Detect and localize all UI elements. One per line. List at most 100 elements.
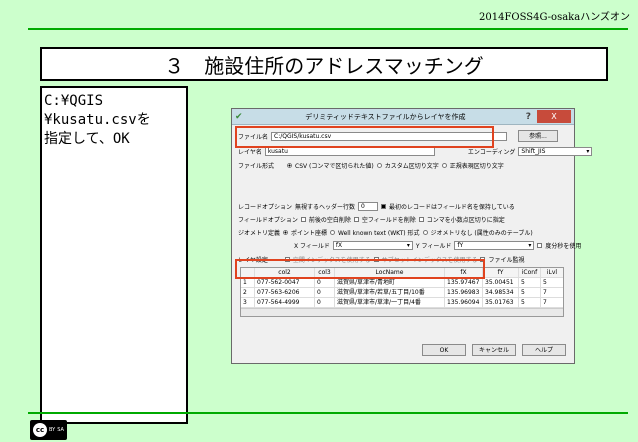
help-icon[interactable]: ? — [526, 112, 531, 122]
button-row: OK キャンセル ヘルプ — [422, 344, 566, 356]
table-cell: 滋賀県/草津市/青地町 — [335, 278, 445, 287]
empty-field-label: 空フィールドを削除 — [361, 216, 416, 224]
field-options-label: フィールドオプション — [238, 216, 298, 224]
skip-lines-label: 無視するヘッダー行数 — [295, 203, 356, 211]
table-cell: 1 — [241, 278, 255, 287]
cc-icon: cc — [33, 423, 47, 437]
close-icon[interactable]: X — [537, 110, 571, 123]
sa-label: SA — [57, 427, 64, 433]
skip-lines-input[interactable]: 0 — [358, 201, 379, 211]
table-cell: 077-564-4999 — [255, 298, 315, 307]
decimal-comma-checkbox[interactable] — [418, 216, 424, 222]
format-row: ファイル形式 CSV (コンマで区切られた値) カスタム区切り文字 正規表現区切… — [238, 160, 504, 170]
point-label: ポイント座標 — [291, 229, 328, 237]
instruction-line-1: C:¥QGIS — [44, 93, 104, 109]
table-row[interactable]: 3 077-564-4999 0 滋賀県/草津市/草津/一丁目/4番 135.9… — [241, 298, 563, 308]
format-custom-radio[interactable] — [376, 162, 382, 168]
header-text: 2014FOSS4G-osakaハンズオン — [479, 12, 630, 23]
table-row[interactable]: 1 077-562-0047 0 滋賀県/草津市/青地町 135.97467 3… — [241, 278, 563, 288]
encoding-select[interactable]: Shift_JIS ▾ — [518, 146, 593, 156]
table-cell: 3 — [241, 298, 255, 307]
help-button[interactable]: ヘルプ — [522, 344, 566, 356]
geometry-label: ジオメトリ定義 — [238, 229, 281, 237]
no-geometry-label: ジオメトリなし (属性のみのテーブル) — [430, 229, 533, 237]
instruction-line-3: 指定して、OK — [44, 131, 130, 147]
table-cell: 5 — [519, 288, 541, 297]
file-highlight-box — [235, 126, 494, 148]
table-cell: 077-562-0047 — [255, 278, 315, 287]
trim-label: 前後の空白削除 — [308, 216, 351, 224]
dialog-titlebar: ✔ デリミティッドテキストファイルからレイヤを作成 ? X — [232, 109, 574, 125]
table-cell: 077-563-6206 — [255, 288, 315, 297]
xy-field-row: X フィールド fX ▾ Y フィールド fY ▾ 度分秒を使用 — [294, 240, 581, 250]
format-label: ファイル形式 — [238, 162, 275, 170]
dms-label: 度分秒を使用 — [545, 242, 582, 250]
first-record-label: 最初のレコードはフィールド名を保持している — [389, 203, 515, 211]
format-csv-radio[interactable] — [287, 162, 293, 168]
first-record-checkbox[interactable] — [381, 203, 387, 209]
format-csv-label: CSV (コンマで区切られた値) — [295, 162, 374, 170]
wkt-label: Well known text (WKT) 形式 — [338, 229, 420, 237]
table-cell: 0 — [315, 298, 335, 307]
format-regex-label: 正規表現区切り文字 — [449, 162, 504, 170]
table-cell: 滋賀県/草津市/若草/五丁目/10番 — [335, 288, 445, 297]
x-field-select[interactable]: fX ▾ — [332, 240, 413, 250]
dms-checkbox[interactable] — [537, 242, 543, 248]
column-header: iConf — [519, 268, 541, 277]
browse-button[interactable]: 参照... — [518, 130, 559, 142]
slide-title: ３ 施設住所のアドレスマッチング — [40, 47, 608, 81]
point-radio[interactable] — [283, 229, 289, 235]
y-field-value: fY — [457, 241, 464, 249]
chevron-down-icon: ▾ — [406, 241, 410, 249]
chevron-down-icon: ▾ — [528, 241, 532, 249]
table-row[interactable]: 2 077-563-6206 0 滋賀県/草津市/若草/五丁目/10番 135.… — [241, 288, 563, 298]
table-cell: 滋賀県/草津市/草津/一丁目/4番 — [335, 298, 445, 307]
encoding-value: Shift_JIS — [521, 147, 546, 155]
cc-license-badge: cc BY SA — [30, 420, 67, 440]
trim-checkbox[interactable] — [300, 216, 306, 222]
format-custom-label: カスタム区切り文字 — [384, 162, 439, 170]
table-cell: 7 — [543, 299, 547, 306]
horizontal-scrollbar[interactable] — [241, 308, 563, 316]
chevron-down-icon: ▾ — [586, 147, 590, 155]
instruction-box: C:¥QGIS ¥kusatu.csvを 指定して、OK — [40, 86, 188, 424]
field-options-row: フィールドオプション 前後の空白削除 空フィールドを削除 コンマを小数点区切りに… — [238, 214, 505, 224]
qgis-icon: ✔ — [235, 111, 243, 122]
table-cell: 5 — [519, 298, 541, 307]
column-header: iLvl — [541, 268, 563, 277]
table-cell: 5 — [543, 279, 547, 286]
table-cell: 34.98534 — [483, 288, 519, 297]
decimal-comma-label: コンマを小数点区切りに指定 — [426, 216, 505, 224]
column-header: fY — [483, 268, 519, 277]
format-regex-radio[interactable] — [441, 162, 447, 168]
geometry-row: ジオメトリ定義 ポイント座標 Well known text (WKT) 形式 … — [238, 227, 533, 237]
table-cell: 2 — [241, 288, 255, 297]
table-cell: 5 — [519, 278, 541, 287]
instruction-line-2: ¥kusatu.csvを — [44, 112, 151, 128]
footer-divider — [28, 412, 628, 414]
table-cell: 135.97467 — [445, 278, 483, 287]
y-field-select[interactable]: fY ▾ — [454, 240, 535, 250]
table-cell: 35.01763 — [483, 298, 519, 307]
dialog-title: デリミティッドテキストファイルからレイヤを作成 — [305, 112, 466, 121]
record-options-label: レコードオプション — [238, 203, 293, 211]
x-field-value: fX — [335, 241, 343, 249]
table-cell: 135.96983 — [445, 288, 483, 297]
by-label: BY — [49, 427, 56, 433]
table-cell: 0 — [315, 288, 335, 297]
ok-button[interactable]: OK — [422, 344, 466, 356]
table-cell: 0 — [315, 278, 335, 287]
wkt-radio[interactable] — [330, 229, 336, 235]
watch-file-label: ファイル監視 — [488, 256, 525, 264]
record-row: レコードオプション 無視するヘッダー行数 0 最初のレコードはフィールド名を保持… — [238, 201, 515, 211]
table-cell: 135.96094 — [445, 298, 483, 307]
table-cell: 7 — [543, 289, 547, 296]
table-cell: 35.00451 — [483, 278, 519, 287]
no-geometry-radio[interactable] — [422, 229, 428, 235]
y-field-label: Y フィールド — [415, 242, 452, 250]
table-highlight-box — [235, 259, 485, 279]
x-field-label: X フィールド — [294, 242, 330, 250]
cancel-button[interactable]: キャンセル — [472, 344, 516, 356]
empty-field-checkbox[interactable] — [353, 216, 359, 222]
header-divider — [28, 28, 628, 30]
